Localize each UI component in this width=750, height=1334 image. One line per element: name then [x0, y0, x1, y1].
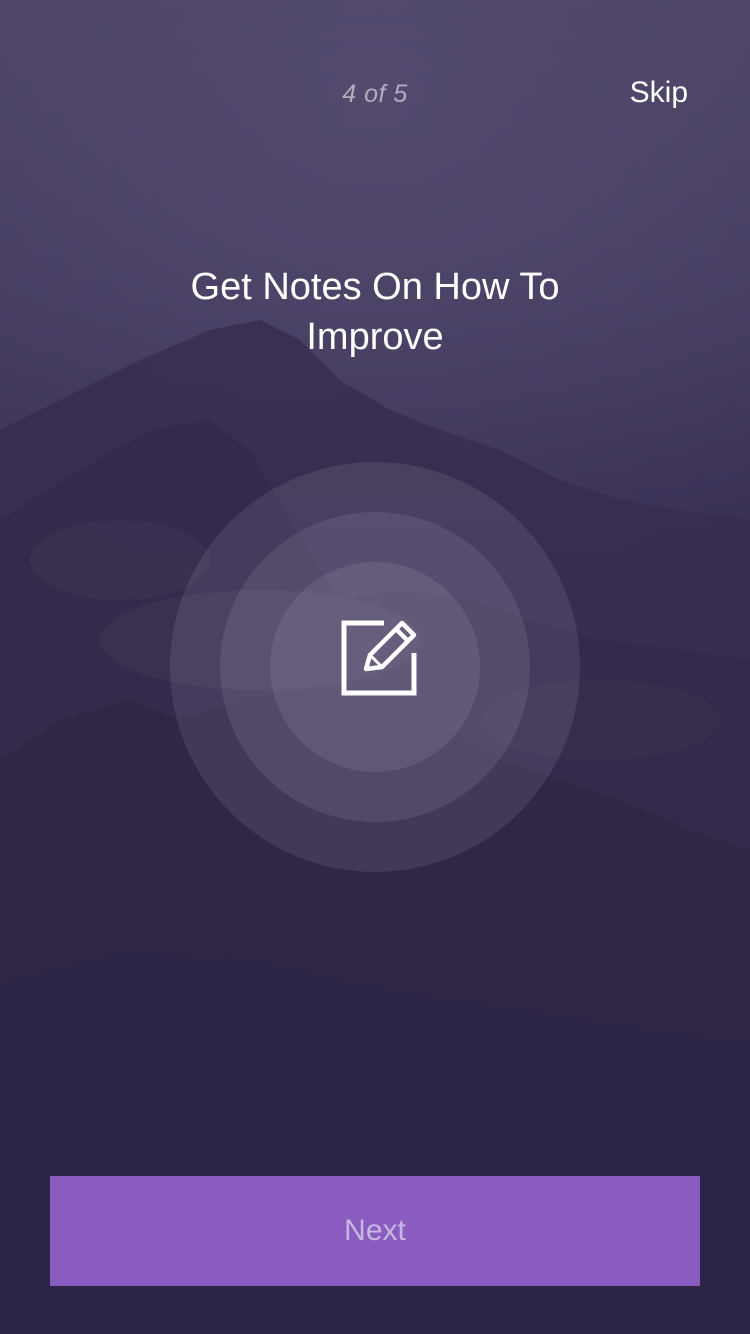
onboarding-screen: 4 of 5 Skip Get Notes On How To Improve …	[0, 0, 750, 1334]
icon-rings	[170, 462, 580, 872]
skip-button[interactable]: Skip	[630, 76, 688, 110]
edit-note-icon	[341, 620, 417, 696]
page-title: Get Notes On How To Improve	[190, 266, 560, 358]
next-button[interactable]: Next	[50, 1176, 700, 1286]
